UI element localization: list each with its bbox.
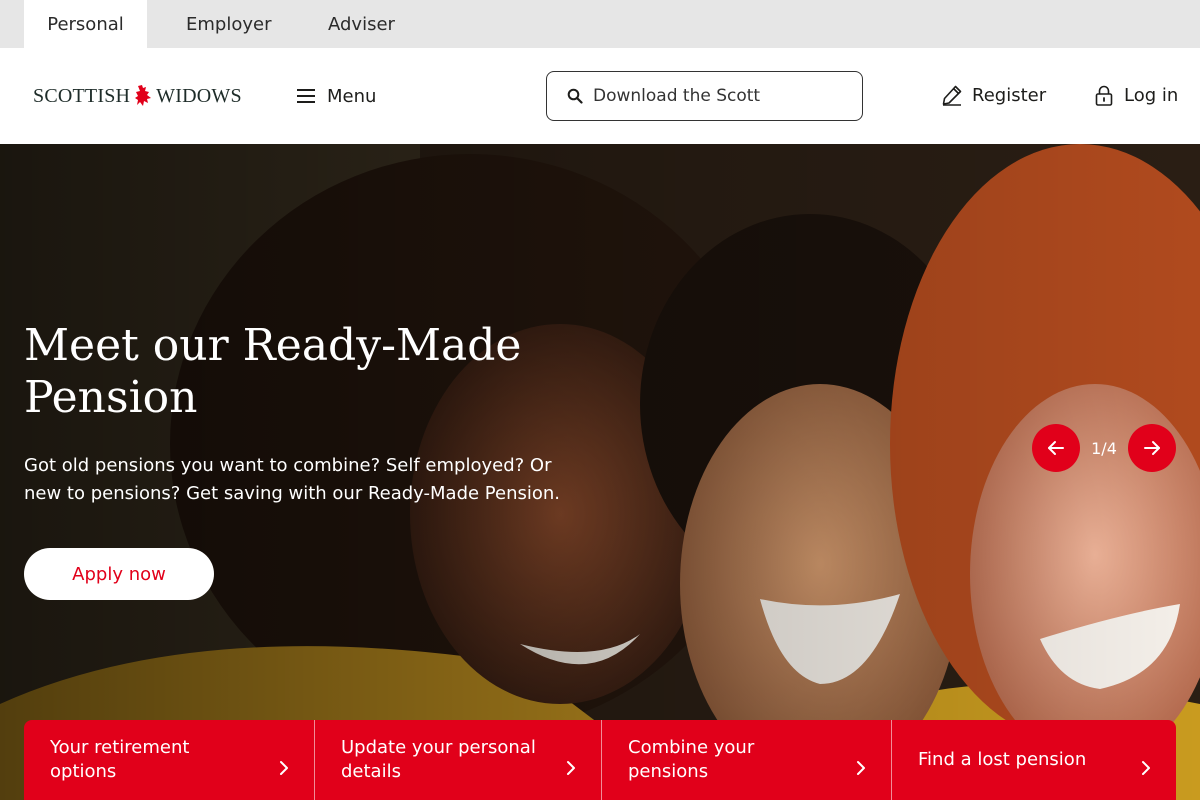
segment-tab-bar: Personal Employer Adviser [0, 0, 1200, 48]
logo-text-right: WIDOWS [156, 84, 242, 107]
register-link[interactable]: Register [941, 82, 1046, 108]
hero-title: Meet our Ready-Made Pension [24, 320, 522, 423]
tab-personal[interactable]: Personal [24, 0, 147, 48]
carousel-controls: 1/4 [1032, 424, 1176, 472]
search-icon [567, 88, 583, 104]
pencil-icon [942, 85, 962, 106]
chevron-right-icon [857, 761, 865, 775]
scottish-widows-logo[interactable]: SCOTTISH WIDOWS [33, 84, 242, 108]
tab-adviser[interactable]: Adviser [328, 0, 395, 48]
hero-subtitle: Got old pensions you want to combine? Se… [24, 455, 561, 504]
search-box[interactable] [546, 71, 863, 121]
hero-banner: Meet our Ready-Made Pension Got old pens… [0, 144, 1200, 800]
site-header: SCOTTISH WIDOWS Menu Register [0, 48, 1200, 144]
padlock-icon [1095, 85, 1113, 106]
quick-link-label: Update your personal details [341, 737, 536, 782]
quick-link-lost-pension[interactable]: Find a lost pension [891, 720, 1176, 800]
tab-employer[interactable]: Employer [186, 0, 271, 48]
carousel-counter: 1/4 [1091, 438, 1117, 458]
menu-label: Menu [327, 85, 377, 107]
hamburger-icon [297, 89, 315, 103]
carousel-next-button[interactable] [1128, 424, 1176, 472]
quick-link-retirement-options[interactable]: Your retirement options [24, 720, 314, 800]
chevron-right-icon [1142, 761, 1150, 775]
search-input[interactable] [593, 86, 833, 106]
register-label: Register [972, 84, 1047, 106]
chevron-right-icon [567, 761, 575, 775]
red-rider-icon [135, 85, 152, 106]
apply-now-button[interactable]: Apply now [24, 548, 214, 600]
quick-links: Your retirement options Update your pers… [24, 720, 1176, 800]
logo-text-left: SCOTTISH [33, 84, 131, 107]
chevron-right-icon [280, 761, 288, 775]
arrow-left-icon [1048, 441, 1064, 455]
menu-button[interactable]: Menu [297, 84, 376, 108]
carousel-prev-button[interactable] [1032, 424, 1080, 472]
arrow-right-icon [1144, 441, 1160, 455]
login-label: Log in [1124, 84, 1179, 106]
quick-link-update-details[interactable]: Update your personal details [314, 720, 601, 800]
quick-link-label: Combine your pensions [628, 737, 755, 782]
quick-link-label: Your retirement options [50, 737, 190, 782]
quick-link-combine-pensions[interactable]: Combine your pensions [601, 720, 891, 800]
login-link[interactable]: Log in [1093, 82, 1178, 108]
quick-link-label: Find a lost pension [918, 749, 1087, 770]
